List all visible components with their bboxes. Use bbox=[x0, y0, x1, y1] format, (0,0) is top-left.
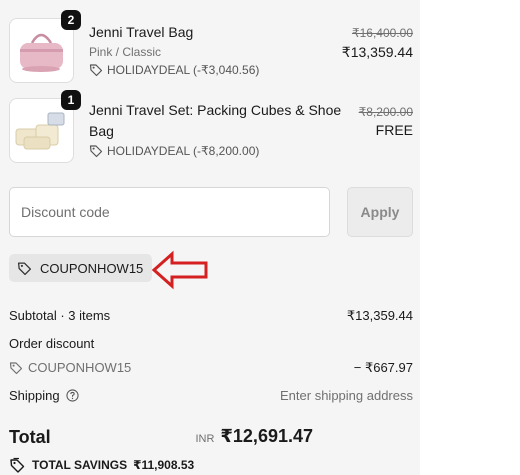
shipping-row: Shipping Enter shipping address bbox=[9, 388, 413, 403]
item-discount-label: HOLIDAYDEAL (-₹3,040.56) bbox=[107, 63, 260, 77]
quantity-badge: 2 bbox=[61, 10, 81, 30]
savings-label: TOTAL SAVINGS bbox=[32, 458, 128, 472]
currency-code: INR bbox=[195, 433, 215, 445]
shipping-value: Enter shipping address bbox=[280, 388, 413, 403]
coupon-discount-value: − ₹667.97 bbox=[353, 360, 413, 375]
item-discount: HOLIDAYDEAL (-₹3,040.56) bbox=[89, 63, 259, 77]
subtotal-label: Subtotal · 3 items bbox=[9, 308, 111, 323]
help-circle-icon[interactable] bbox=[66, 389, 79, 402]
item-variant: Pink / Classic bbox=[89, 45, 162, 59]
tag-icon bbox=[17, 261, 32, 276]
line-item: 2 Jenni Travel Bag Pink / Classic HOLIDA… bbox=[9, 10, 413, 83]
savings-value: ₹11,908.53 bbox=[133, 458, 195, 472]
subtotal-value: ₹13,359.44 bbox=[346, 308, 413, 323]
tag-icon bbox=[9, 361, 23, 375]
total-amount-group: INR ₹12,691.47 bbox=[195, 426, 313, 447]
line-item: 1 Jenni Travel Set: Packing Cubes & Shoe… bbox=[9, 90, 413, 163]
item-price: FREE bbox=[375, 122, 413, 138]
discount-code-input[interactable] bbox=[9, 187, 330, 237]
coupon-discount-label: COUPONHOW15 bbox=[9, 360, 131, 375]
order-summary-panel: 2 Jenni Travel Bag Pink / Classic HOLIDA… bbox=[0, 0, 420, 475]
red-arrow-annotation bbox=[150, 250, 210, 295]
total-amount: ₹12,691.47 bbox=[220, 426, 313, 446]
quantity-badge: 1 bbox=[61, 90, 81, 110]
shipping-label-group: Shipping bbox=[9, 388, 79, 403]
applied-coupon-chip[interactable]: COUPONHOW15 bbox=[9, 254, 153, 282]
tag-icon bbox=[89, 63, 103, 77]
order-discount-label: Order discount bbox=[9, 336, 95, 351]
total-label: Total bbox=[9, 427, 51, 447]
original-price: ₹8,200.00 bbox=[358, 105, 413, 119]
tag-icon bbox=[89, 144, 103, 158]
shipping-label: Shipping bbox=[9, 388, 60, 403]
apply-button[interactable]: Apply bbox=[347, 187, 413, 237]
total-savings: TOTAL SAVINGS ₹11,908.53 bbox=[9, 457, 194, 473]
original-price: ₹16,400.00 bbox=[351, 26, 413, 40]
item-title-line: Jenni Travel Set: Packing Cubes & Shoe bbox=[89, 102, 342, 118]
coupon-discount-code: COUPONHOW15 bbox=[28, 360, 132, 375]
subtotal-row: Subtotal · 3 items ₹13,359.44 bbox=[9, 308, 413, 323]
item-discount: HOLIDAYDEAL (-₹8,200.00) bbox=[89, 144, 259, 158]
order-discount-row: Order discount bbox=[9, 336, 413, 351]
coupon-discount-row: COUPONHOW15 − ₹667.97 bbox=[9, 360, 413, 378]
coupon-code: COUPONHOW15 bbox=[40, 260, 144, 276]
savings-tag-icon bbox=[9, 457, 26, 473]
item-title-line: Bag bbox=[89, 123, 114, 139]
item-title: Jenni Travel Bag bbox=[89, 24, 194, 40]
item-discount-label: HOLIDAYDEAL (-₹8,200.00) bbox=[107, 144, 260, 158]
item-price: ₹13,359.44 bbox=[341, 44, 413, 60]
item-title: Jenni Travel Set: Packing Cubes & Shoe B… bbox=[89, 100, 344, 142]
